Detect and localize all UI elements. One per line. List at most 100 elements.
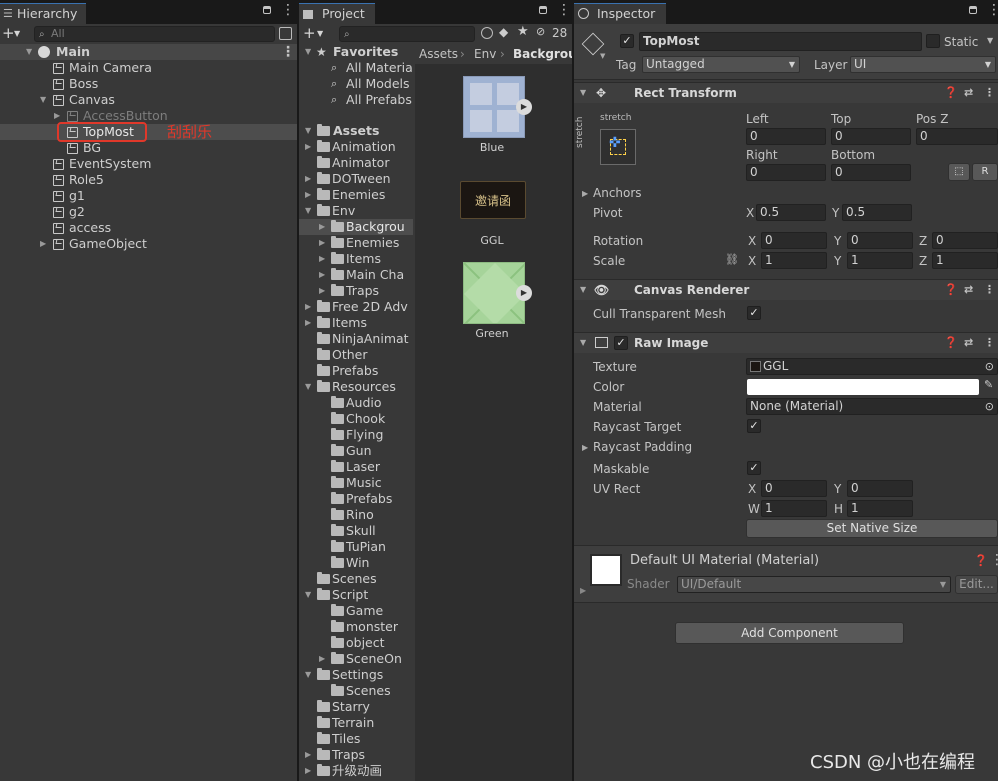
pivot-y-field[interactable]: 0.5 bbox=[842, 204, 912, 221]
collapse-arrow-icon[interactable]: ▶ bbox=[40, 236, 46, 252]
tree-item-canvas[interactable]: ▼ Canvas bbox=[0, 92, 297, 108]
rotation-y-field[interactable]: 0 bbox=[847, 232, 913, 249]
kebab-menu-icon[interactable]: ⋮ bbox=[281, 45, 295, 59]
help-icon[interactable]: ❓ bbox=[944, 333, 958, 353]
folder-tree-item[interactable]: Other bbox=[299, 347, 413, 363]
folder-tree-item[interactable]: ▶ Traps bbox=[299, 747, 413, 763]
collapse-arrow-icon[interactable]: ▶ bbox=[580, 586, 586, 595]
expand-arrow-icon[interactable]: ▼ bbox=[305, 587, 311, 603]
object-name-field[interactable]: TopMost bbox=[639, 32, 922, 51]
folder-tree-item[interactable]: Terrain bbox=[299, 715, 413, 731]
canvas-renderer-header[interactable]: ▼ 👁 Canvas Renderer ❓ ⇄ ⋮ bbox=[574, 279, 998, 300]
expand-arrow-icon[interactable]: ▼ bbox=[305, 667, 311, 683]
preset-icon[interactable]: ⇄ bbox=[964, 83, 973, 103]
filter-type-icon[interactable] bbox=[481, 27, 493, 39]
create-plus-icon[interactable]: + bbox=[303, 25, 316, 41]
material-field[interactable]: None (Material) ⊙ bbox=[746, 398, 998, 415]
raycast-target-checkbox[interactable]: ✓ bbox=[747, 419, 761, 433]
collapse-arrow-icon[interactable]: ▶ bbox=[305, 299, 311, 315]
tree-item-gameobject[interactable]: ▶ GameObject bbox=[0, 236, 297, 252]
collapse-arrow-icon[interactable]: ▶ bbox=[319, 283, 325, 299]
expand-arrow-icon[interactable]: ▼ bbox=[26, 44, 32, 60]
folder-tree-item[interactable]: ▶ 升级动画 bbox=[299, 763, 413, 779]
hidden-packages-icon[interactable]: ⊘ bbox=[536, 25, 545, 38]
play-icon[interactable]: ▶ bbox=[516, 285, 532, 301]
folder-tree-item[interactable]: Animator bbox=[299, 155, 413, 171]
folder-tree-item[interactable]: ▼ Script bbox=[299, 587, 413, 603]
edit-shader-button[interactable]: Edit... bbox=[955, 575, 998, 594]
collapse-arrow-icon[interactable]: ▶ bbox=[582, 189, 588, 198]
kebab-menu-icon[interactable]: ⋮ bbox=[984, 333, 995, 353]
tree-item-eventsystem[interactable]: EventSystem bbox=[0, 156, 297, 172]
asset-thumbnail-ggl[interactable]: 邀请函 bbox=[460, 181, 526, 219]
collapse-arrow-icon[interactable]: ▶ bbox=[305, 315, 311, 331]
static-checkbox[interactable] bbox=[926, 34, 940, 48]
object-picker-icon[interactable]: ⊙ bbox=[985, 399, 994, 414]
kebab-menu-icon[interactable]: ⋮ bbox=[987, 3, 998, 17]
folder-tree-item[interactable]: NinjaAnimat bbox=[299, 331, 413, 347]
collapse-arrow-icon[interactable]: ▶ bbox=[305, 171, 311, 187]
kebab-menu-icon[interactable]: ⋮ bbox=[557, 3, 571, 17]
uv-y-field[interactable]: 0 bbox=[847, 480, 913, 497]
tree-item-g2[interactable]: g2 bbox=[0, 204, 297, 220]
folder-tree-item[interactable]: monster bbox=[299, 619, 413, 635]
folder-tree-item[interactable]: Flying bbox=[299, 427, 413, 443]
tree-item-bg[interactable]: BG bbox=[0, 140, 297, 156]
tree-item-role5[interactable]: Role5 bbox=[0, 172, 297, 188]
uv-w-field[interactable]: 1 bbox=[761, 500, 827, 517]
folder-tree-item[interactable]: ▶ Free 2D Adv bbox=[299, 299, 413, 315]
right-field[interactable]: 0 bbox=[746, 164, 826, 181]
folder-tree-item[interactable]: Prefabs bbox=[299, 363, 413, 379]
tree-item-main[interactable]: ▼ Main ⋮ bbox=[0, 44, 297, 60]
dropdown-arrow-icon[interactable]: ▼ bbox=[14, 29, 20, 38]
folder-tree-item[interactable]: ▶ Backgrou bbox=[299, 219, 413, 235]
shader-dropdown[interactable]: UI/Default ▼ bbox=[677, 576, 951, 593]
lock-icon[interactable] bbox=[263, 6, 271, 14]
constrain-proportions-icon[interactable]: ⛓ bbox=[725, 253, 739, 266]
folder-tree-item[interactable]: object bbox=[299, 635, 413, 651]
expand-arrow-icon[interactable]: ▼ bbox=[580, 83, 586, 103]
breadcrumb-item[interactable]: Assets bbox=[419, 44, 458, 64]
help-icon[interactable]: ❓ bbox=[944, 83, 958, 103]
favorite-item[interactable]: ⌕ All Materials bbox=[299, 60, 413, 76]
expand-arrow-icon[interactable]: ▼ bbox=[305, 123, 311, 139]
folder-tree-item[interactable]: Rino bbox=[299, 507, 413, 523]
preset-icon[interactable]: ⇄ bbox=[964, 280, 973, 300]
collapse-arrow-icon[interactable]: ▶ bbox=[305, 187, 311, 203]
expand-arrow-icon[interactable]: ▼ bbox=[580, 333, 586, 353]
collapse-arrow-icon[interactable]: ▶ bbox=[319, 219, 325, 235]
pivot-x-field[interactable]: 0.5 bbox=[756, 204, 826, 221]
left-field[interactable]: 0 bbox=[746, 128, 826, 145]
expand-arrow-icon[interactable]: ▼ bbox=[305, 44, 311, 60]
raw-edit-button[interactable]: R bbox=[972, 163, 998, 181]
active-checkbox[interactable]: ✓ bbox=[620, 34, 634, 48]
tree-item-accessbutton[interactable]: ▶ AccessButton bbox=[0, 108, 297, 124]
maskable-checkbox[interactable]: ✓ bbox=[747, 461, 761, 475]
folder-tree-item[interactable]: ▶ Traps bbox=[299, 283, 413, 299]
posz-field[interactable]: 0 bbox=[916, 128, 998, 145]
folder-tree-item[interactable]: Tiles bbox=[299, 731, 413, 747]
eyedropper-icon[interactable]: ✎ bbox=[984, 378, 993, 391]
scale-y-field[interactable]: 1 bbox=[847, 252, 913, 269]
favorite-star-icon[interactable]: ★ bbox=[517, 24, 529, 39]
expand-arrow-icon[interactable]: ▼ bbox=[305, 379, 311, 395]
collapse-arrow-icon[interactable]: ▶ bbox=[582, 443, 588, 452]
breadcrumb-item[interactable]: Backgroun bbox=[513, 44, 572, 64]
cull-transparent-mesh-checkbox[interactable]: ✓ bbox=[747, 306, 761, 320]
top-field[interactable]: 0 bbox=[831, 128, 911, 145]
expand-arrow-icon[interactable]: ▼ bbox=[305, 203, 311, 219]
preset-icon[interactable]: ⇄ bbox=[964, 333, 973, 353]
folder-tree-item[interactable]: Prefabs bbox=[299, 491, 413, 507]
folder-tree-item[interactable]: ▼ Resources bbox=[299, 379, 413, 395]
folder-tree-item[interactable]: Music bbox=[299, 475, 413, 491]
raycast-padding-label[interactable]: Raycast Padding bbox=[593, 439, 692, 455]
collapse-arrow-icon[interactable]: ▶ bbox=[319, 235, 325, 251]
object-picker-icon[interactable]: ⊙ bbox=[985, 359, 994, 374]
collapse-arrow-icon[interactable]: ▶ bbox=[305, 139, 311, 155]
kebab-menu-icon[interactable]: ⋮ bbox=[984, 83, 995, 103]
folder-tree-item[interactable]: Skull bbox=[299, 523, 413, 539]
tree-item-access[interactable]: access bbox=[0, 220, 297, 236]
filter-label-icon[interactable]: ◆ bbox=[499, 25, 508, 39]
tree-item-boss[interactable]: Boss bbox=[0, 76, 297, 92]
folder-tree-item[interactable]: ▶ Items bbox=[299, 251, 413, 267]
